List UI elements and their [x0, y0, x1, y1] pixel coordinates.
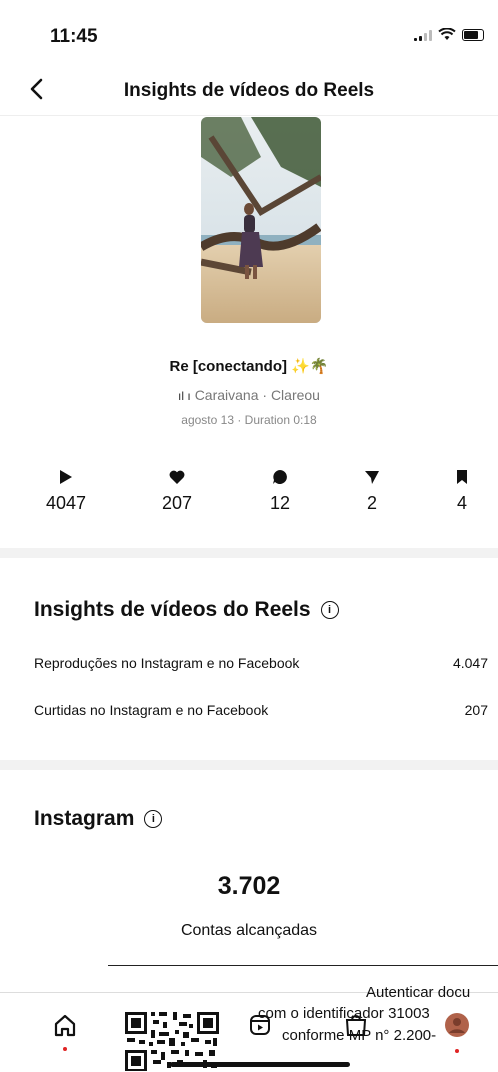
- accounts-reached-value: 3.702: [217, 872, 281, 900]
- stat-likes: 207: [137, 468, 217, 514]
- info-icon[interactable]: i: [320, 601, 339, 619]
- stat-shares-value: 2: [366, 493, 377, 513]
- metric-value: 207: [464, 702, 488, 718]
- stat-plays-value: 4047: [45, 493, 87, 513]
- share-icon: [365, 471, 379, 484]
- stamp-line-2: com o identificador 31003: [258, 1005, 430, 1022]
- reel-title: Re [conectando] ✨🌴: [169, 358, 329, 375]
- audio-name: Caraivana · Clareou: [194, 387, 320, 403]
- info-icon[interactable]: i: [144, 810, 163, 828]
- stamp-line-1: Autenticar docu: [366, 984, 471, 1001]
- tab-profile[interactable]: [437, 1005, 477, 1053]
- stat-saves-value: 4: [456, 493, 467, 513]
- notification-dot: [455, 1049, 459, 1053]
- battery-icon: [462, 28, 484, 41]
- status-bar: 11:45: [0, 0, 498, 70]
- cellular-signal-icon: [414, 29, 432, 41]
- insights-title-text: Insights de vídeos do Reels: [34, 598, 311, 621]
- status-time: 11:45: [50, 26, 98, 47]
- reel-thumbnail[interactable]: [201, 117, 321, 323]
- section-divider: [0, 760, 498, 770]
- tab-home[interactable]: [45, 1005, 85, 1051]
- instagram-section-title: Instagram i: [34, 807, 163, 831]
- comment-icon: [273, 470, 287, 484]
- metric-row: Curtidas no Instagram e no Facebook 207: [34, 702, 488, 718]
- play-icon: [60, 470, 72, 484]
- insights-section-title: Insights de vídeos do Reels i: [34, 598, 339, 622]
- instagram-title-text: Instagram: [34, 807, 135, 830]
- notification-dot: [63, 1047, 67, 1051]
- profile-avatar-icon: [445, 1013, 469, 1037]
- metric-label: Reproduções no Instagram e no Facebook: [34, 655, 300, 671]
- stat-saves: 4: [422, 468, 498, 514]
- stat-plays: 4047: [26, 468, 106, 514]
- home-icon: [54, 1014, 76, 1037]
- reel-meta: agosto 13 · Duration 0:18: [181, 413, 317, 427]
- audio-waveform-icon: ıl ı: [178, 389, 191, 403]
- stamp-line-3: conforme MP n° 2.200-: [282, 1027, 437, 1044]
- metric-row: Reproduções no Instagram e no Facebook 4…: [34, 655, 488, 671]
- stat-comments: 12: [240, 468, 320, 514]
- stamp-rule: [108, 965, 498, 966]
- heart-icon: [169, 470, 185, 484]
- wifi-icon: [438, 28, 456, 40]
- accounts-reached-label: Contas alcançadas: [180, 922, 318, 939]
- bookmark-icon: [457, 470, 467, 484]
- metric-label: Curtidas no Instagram e no Facebook: [34, 702, 269, 718]
- nav-bar: Insights de vídeos do Reels: [0, 70, 498, 116]
- stat-shares: 2: [332, 468, 412, 514]
- home-indicator: [170, 1062, 350, 1067]
- stats-row: 4047 207 12 2 4: [0, 468, 498, 528]
- section-divider: [0, 548, 498, 558]
- stat-comments-value: 12: [269, 493, 291, 513]
- metric-value: 4.047: [452, 655, 488, 671]
- stat-likes-value: 207: [161, 493, 193, 513]
- page-title: Insights de vídeos do Reels: [123, 80, 375, 101]
- reel-thumbnail-image: [201, 117, 321, 323]
- status-icons: [414, 28, 484, 41]
- audio-link[interactable]: ıl ı Caraivana · Clareou: [0, 387, 498, 403]
